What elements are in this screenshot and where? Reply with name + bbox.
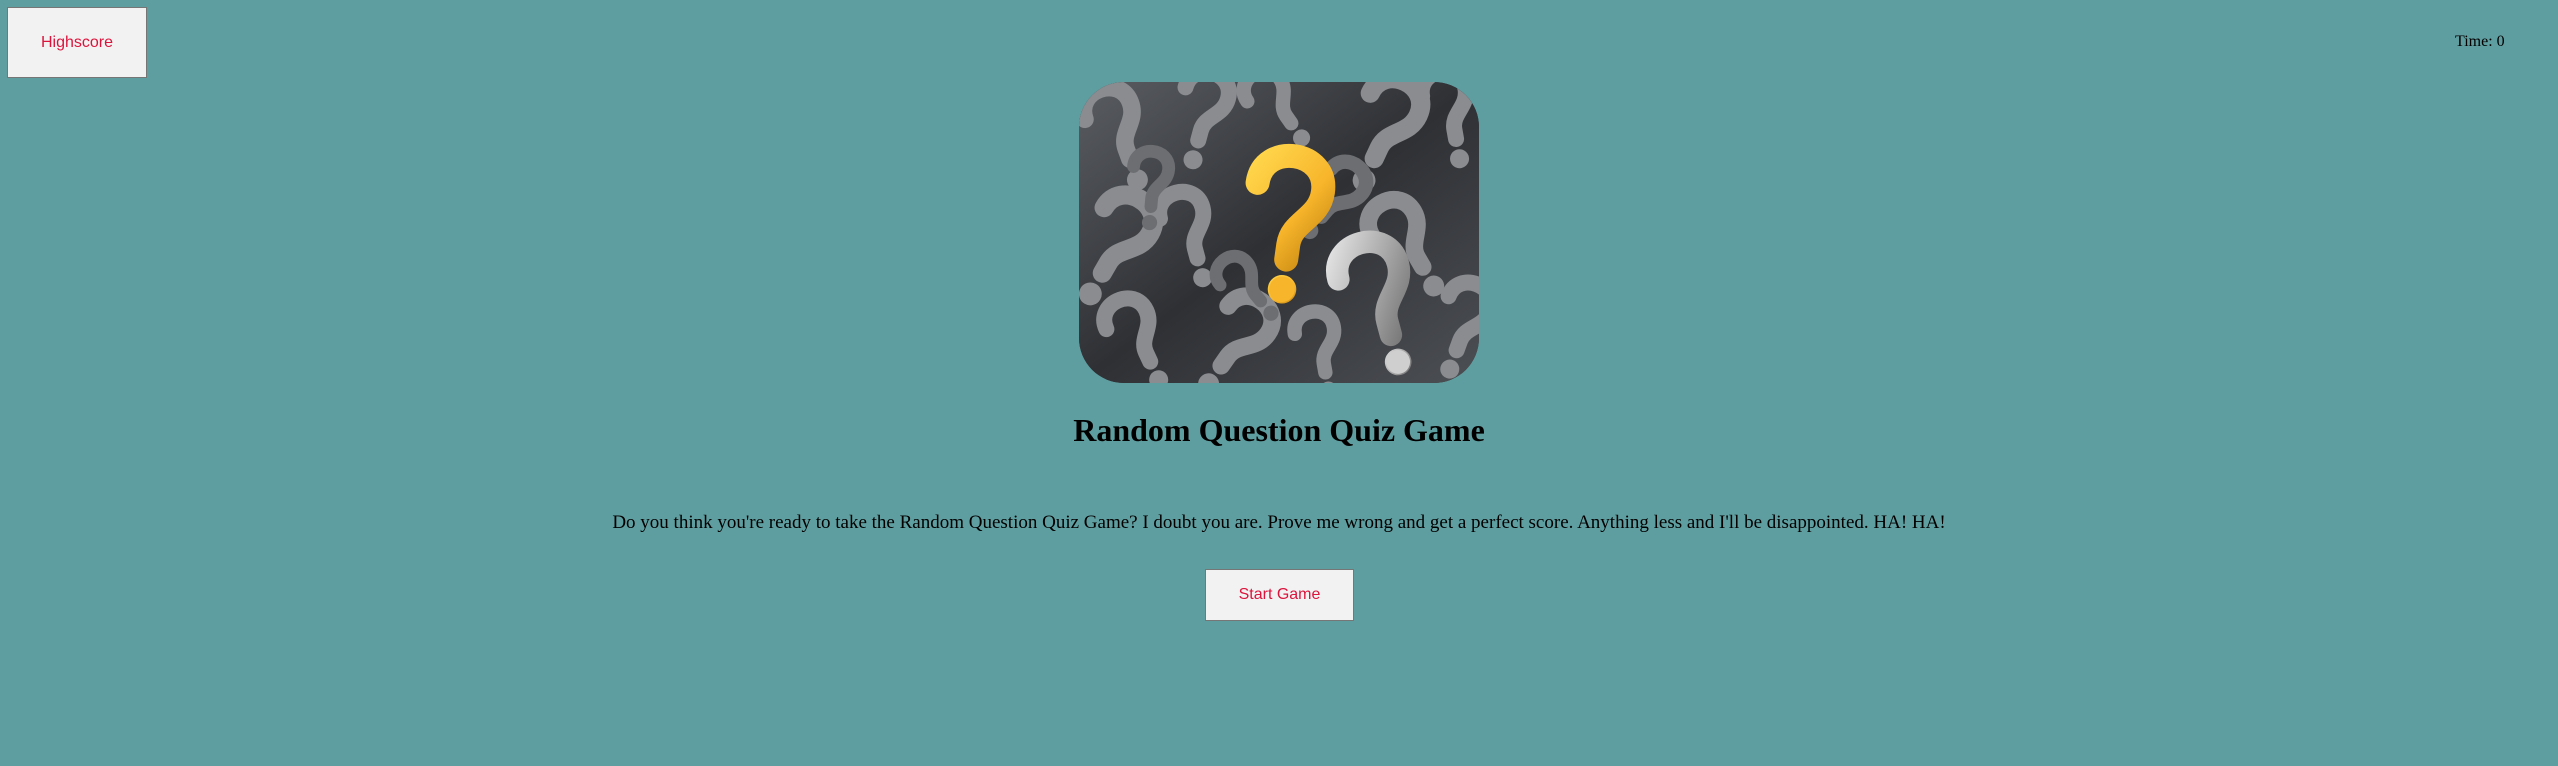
start-game-button[interactable]: Start Game <box>1205 569 1354 621</box>
question-marks-image <box>1079 82 1479 383</box>
game-description: Do you think you're ready to take the Ra… <box>612 512 1946 533</box>
timer-display: Time: 0 <box>2455 33 2505 50</box>
page-title: Random Question Quiz Game <box>1073 412 1485 448</box>
highscore-button[interactable]: Highscore <box>7 7 147 78</box>
